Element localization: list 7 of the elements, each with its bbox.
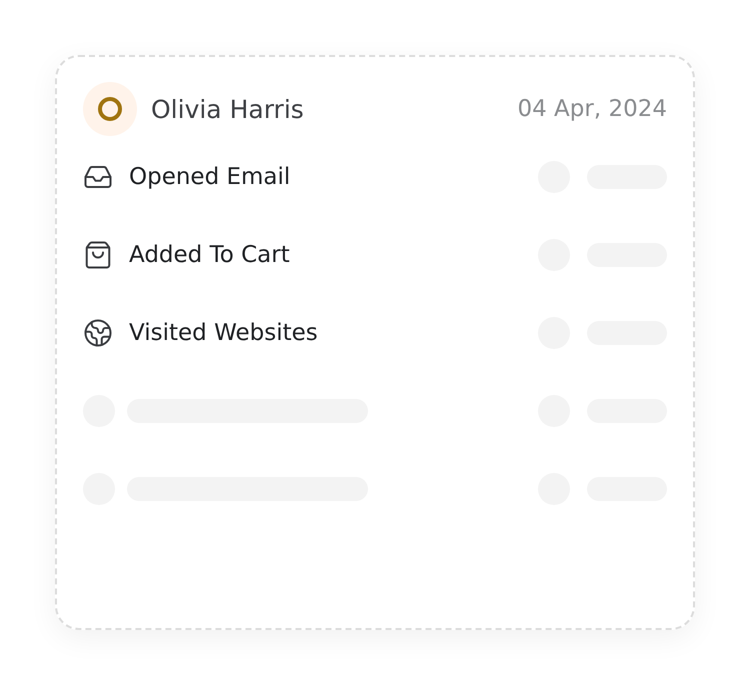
activity-date: 04 Apr, 2024 [517,96,667,122]
activity-label: Opened Email [129,164,290,190]
shopping-bag-icon [83,240,113,270]
globe-icon [83,318,113,348]
contact-name: Olivia Harris [151,94,304,124]
activity-label: Added To Cart [129,242,290,268]
activity-label: Visited Websites [129,320,318,346]
